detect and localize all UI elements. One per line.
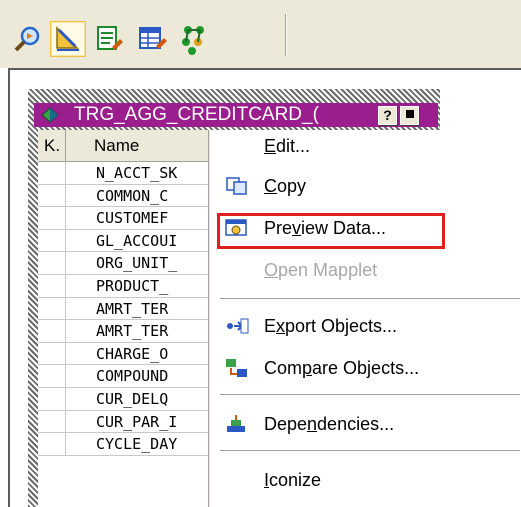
table-icon xyxy=(139,27,167,49)
tree-icon xyxy=(182,26,204,55)
menu-item-label: Edit... xyxy=(264,136,311,156)
menu-item-compare-objects[interactable]: Compare Objects... xyxy=(210,352,521,384)
menu-item-edit[interactable]: Edit... xyxy=(210,130,521,162)
key-cell xyxy=(38,410,66,433)
menu-item-copy[interactable]: Copy xyxy=(210,170,521,202)
menu-separator xyxy=(220,298,520,300)
designer-toolbar xyxy=(0,0,521,68)
minimize-button[interactable] xyxy=(400,106,419,125)
tree-button[interactable] xyxy=(176,21,212,57)
menu-item-label: Dependencies... xyxy=(264,414,395,434)
export-icon xyxy=(225,316,249,336)
key-cell xyxy=(38,252,66,274)
key-cell xyxy=(38,365,66,387)
edit-object-button[interactable] xyxy=(92,21,128,57)
key-cell xyxy=(38,229,66,252)
key-cell xyxy=(38,274,66,297)
key-cell xyxy=(38,342,66,365)
toolbar-separator xyxy=(285,14,287,56)
menu-item-label: Export Objects... xyxy=(264,316,398,336)
menu-separator xyxy=(220,394,520,396)
arrange-button[interactable] xyxy=(50,21,86,57)
key-cell xyxy=(38,433,66,455)
menu-item-open-mapplet: Open Mapplet xyxy=(210,254,521,286)
edit-object-icon xyxy=(97,26,123,50)
find-button[interactable] xyxy=(10,21,46,57)
dependencies-icon xyxy=(225,414,249,434)
arrange-icon xyxy=(56,26,79,51)
find-icon xyxy=(14,26,40,52)
key-cell xyxy=(38,162,66,184)
column-header-name[interactable]: Name xyxy=(68,130,139,161)
menu-separator xyxy=(220,450,520,452)
key-cell xyxy=(38,320,66,342)
transformation-titlebar[interactable]: TRG_AGG_CREDITCARD_( ? xyxy=(34,103,438,127)
menu-item-label: Compare Objects... xyxy=(264,358,420,378)
menu-item-label: Copy xyxy=(264,176,307,196)
key-cell xyxy=(38,184,66,207)
menu-item-export-objects[interactable]: Export Objects... xyxy=(210,310,521,342)
minimize-icon xyxy=(405,110,414,118)
help-button[interactable]: ? xyxy=(378,106,397,125)
menu-item-dependencies[interactable]: Dependencies... xyxy=(210,408,521,440)
compare-icon xyxy=(225,358,249,378)
table-button[interactable] xyxy=(134,21,170,57)
transformation-title: TRG_AGG_CREDITCARD_( xyxy=(74,104,319,125)
preview-data-highlight-box xyxy=(217,213,445,249)
key-cell xyxy=(38,387,66,410)
target-definition-icon xyxy=(41,107,59,123)
menu-item-label: Open Mapplet xyxy=(264,260,378,280)
column-header-key[interactable]: K. xyxy=(38,130,66,161)
context-menu: Edit... Copy Preview Data... Open Mapplet Ex… xyxy=(209,130,521,507)
menu-item-iconize[interactable]: Iconize xyxy=(210,464,521,496)
copy-icon xyxy=(225,176,249,196)
key-cell xyxy=(38,297,66,320)
menu-item-label: Iconize xyxy=(264,470,322,490)
key-cell xyxy=(38,207,66,229)
